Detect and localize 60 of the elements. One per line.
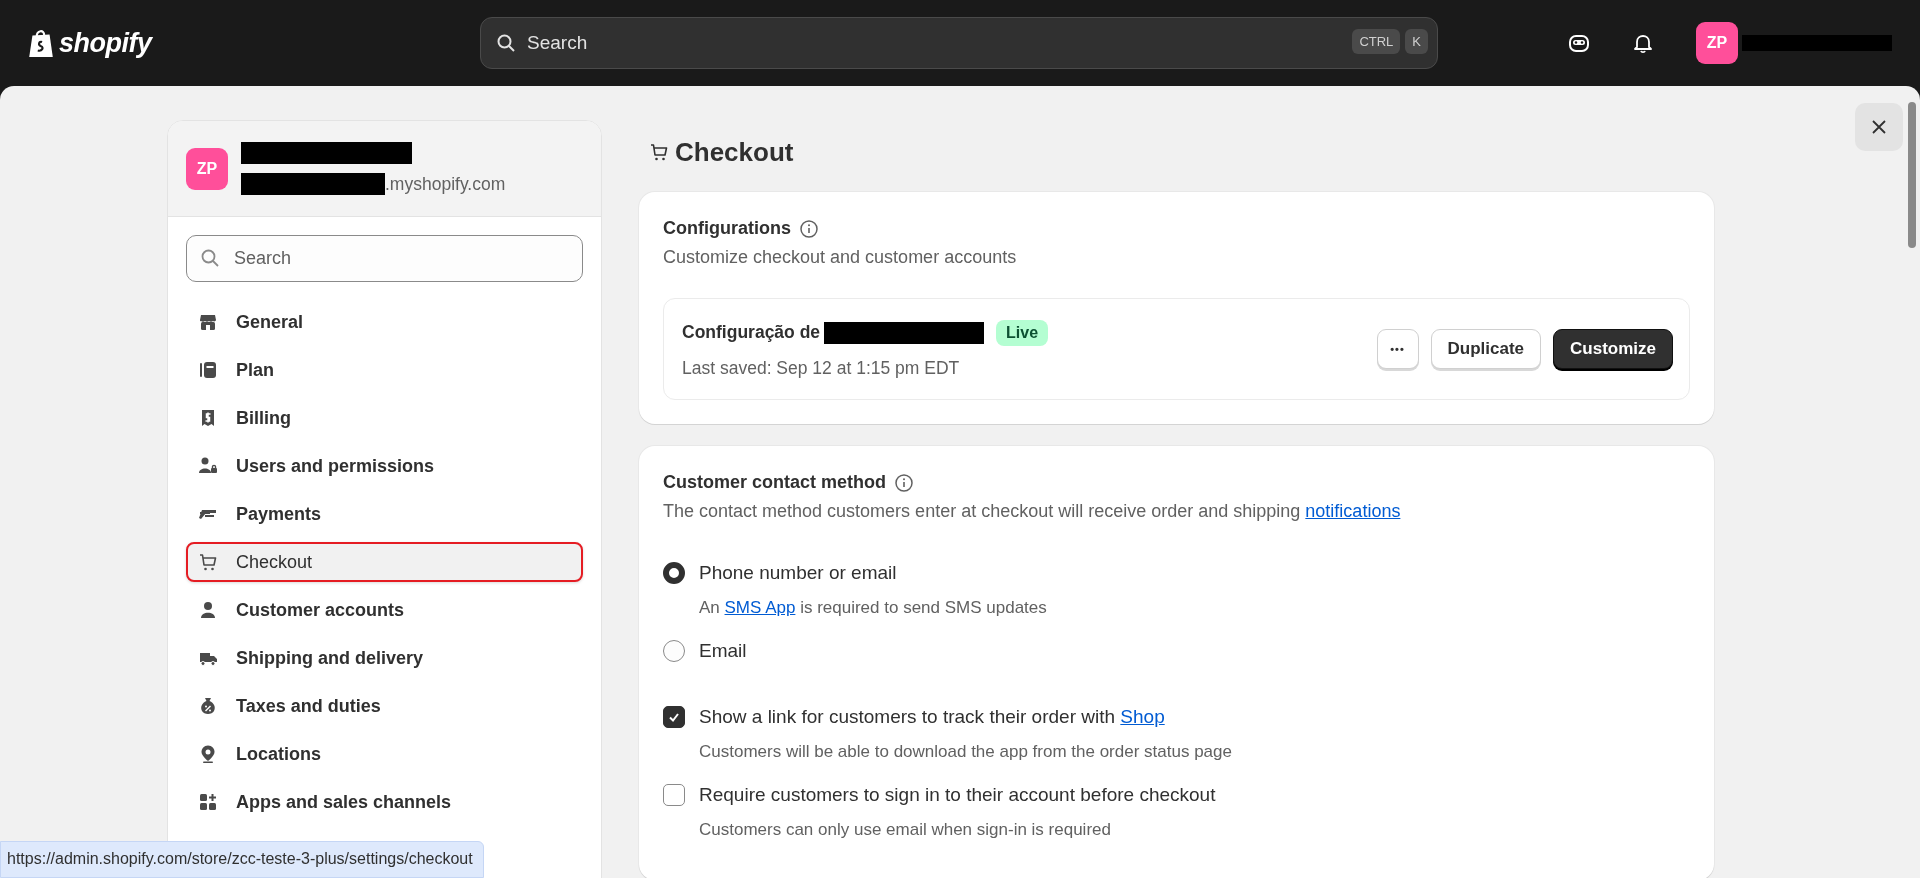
sms-app-link[interactable]: SMS App	[724, 598, 796, 617]
checkbox[interactable]	[663, 706, 685, 728]
card-description: The contact method customers enter at checkout will receive order and shipping notifications	[663, 501, 1402, 522]
search-field[interactable]: Search	[186, 235, 583, 282]
notifications-link[interactable]: notifications	[1305, 501, 1401, 521]
last-saved-text: Last saved: Sep 12 at 1:15 pm EDT	[682, 357, 961, 379]
sidebar-item[interactable]: Locations	[186, 734, 583, 774]
sidebar-item[interactable]: Apps and sales channels	[186, 782, 583, 822]
info-icon[interactable]	[894, 472, 915, 493]
sidebar-item[interactable]: Payments	[186, 494, 583, 534]
close-icon	[1871, 119, 1887, 135]
sidebar-item[interactable]: Shipping and delivery	[186, 638, 583, 678]
status-badge: Live	[996, 319, 1049, 346]
cart-icon	[198, 552, 218, 572]
sidebar-item[interactable]: Taxes and duties	[186, 686, 583, 726]
bell-icon[interactable]	[1632, 32, 1654, 54]
card-title: Configurations	[663, 218, 791, 239]
logo-text: shopify	[59, 27, 152, 59]
page-title: Checkout	[675, 136, 794, 168]
document-icon	[198, 360, 218, 380]
users-icon	[198, 456, 218, 476]
sidebar-item[interactable]: Customer accounts	[186, 590, 583, 630]
store-domain: .myshopify.com	[385, 174, 506, 195]
checkbox-hint: Customers will be able to download the app from the order status page	[699, 742, 1233, 762]
checkbox-label[interactable]: Show a link for customers to track their order with Shop	[699, 706, 1165, 728]
radio-button[interactable]	[663, 562, 685, 584]
sidebar-item[interactable]: Billing	[186, 398, 583, 438]
sidebar-item[interactable]: Checkout	[186, 542, 583, 582]
sidebar-item[interactable]: Users and permissions	[186, 446, 583, 486]
shop-link[interactable]: Shop	[1120, 706, 1165, 727]
checkbox-label[interactable]: Require customers to sign in to their account before checkout	[699, 784, 1216, 806]
info-icon[interactable]	[799, 218, 819, 239]
search-icon	[496, 33, 516, 53]
option-hint: An SMS App is required to send SMS updates	[699, 598, 1048, 618]
checkbox[interactable]	[663, 784, 685, 806]
more-actions-button[interactable]: •••	[1376, 329, 1419, 369]
card-subtitle: Customize checkout and customer accounts	[663, 247, 1018, 268]
shopping-bag-icon	[28, 28, 54, 58]
person-icon	[198, 600, 218, 620]
checkbox-hint: Customers can only use email when sign-in is required	[699, 820, 1112, 840]
robot-icon[interactable]	[1568, 32, 1590, 54]
customize-button[interactable]: Customize	[1553, 329, 1673, 369]
search-icon	[200, 248, 220, 268]
keyboard-key: K	[1405, 29, 1428, 54]
option-label[interactable]: Email	[699, 640, 747, 662]
duplicate-button[interactable]: Duplicate	[1430, 329, 1542, 369]
apps-icon	[198, 792, 218, 812]
scrollbar-thumb[interactable]	[1908, 102, 1916, 248]
sidebar-item[interactable]: Plan	[186, 350, 583, 390]
radio-button[interactable]	[663, 640, 685, 662]
close-button[interactable]	[1855, 103, 1903, 151]
status-url: https://admin.shopify.com/store/zcc-teste-3-plus/settings/checkout	[0, 841, 484, 878]
store-icon	[198, 312, 218, 332]
card-title: Customer contact method	[663, 472, 887, 493]
option-label[interactable]: Phone number or email	[699, 562, 897, 584]
configuration-name: Configuração de	[682, 322, 821, 343]
keyboard-key: CTRL	[1352, 29, 1401, 54]
store-avatar: ZP	[186, 147, 228, 190]
sidebar-item[interactable]: General	[186, 302, 583, 342]
cart-icon	[649, 142, 669, 162]
